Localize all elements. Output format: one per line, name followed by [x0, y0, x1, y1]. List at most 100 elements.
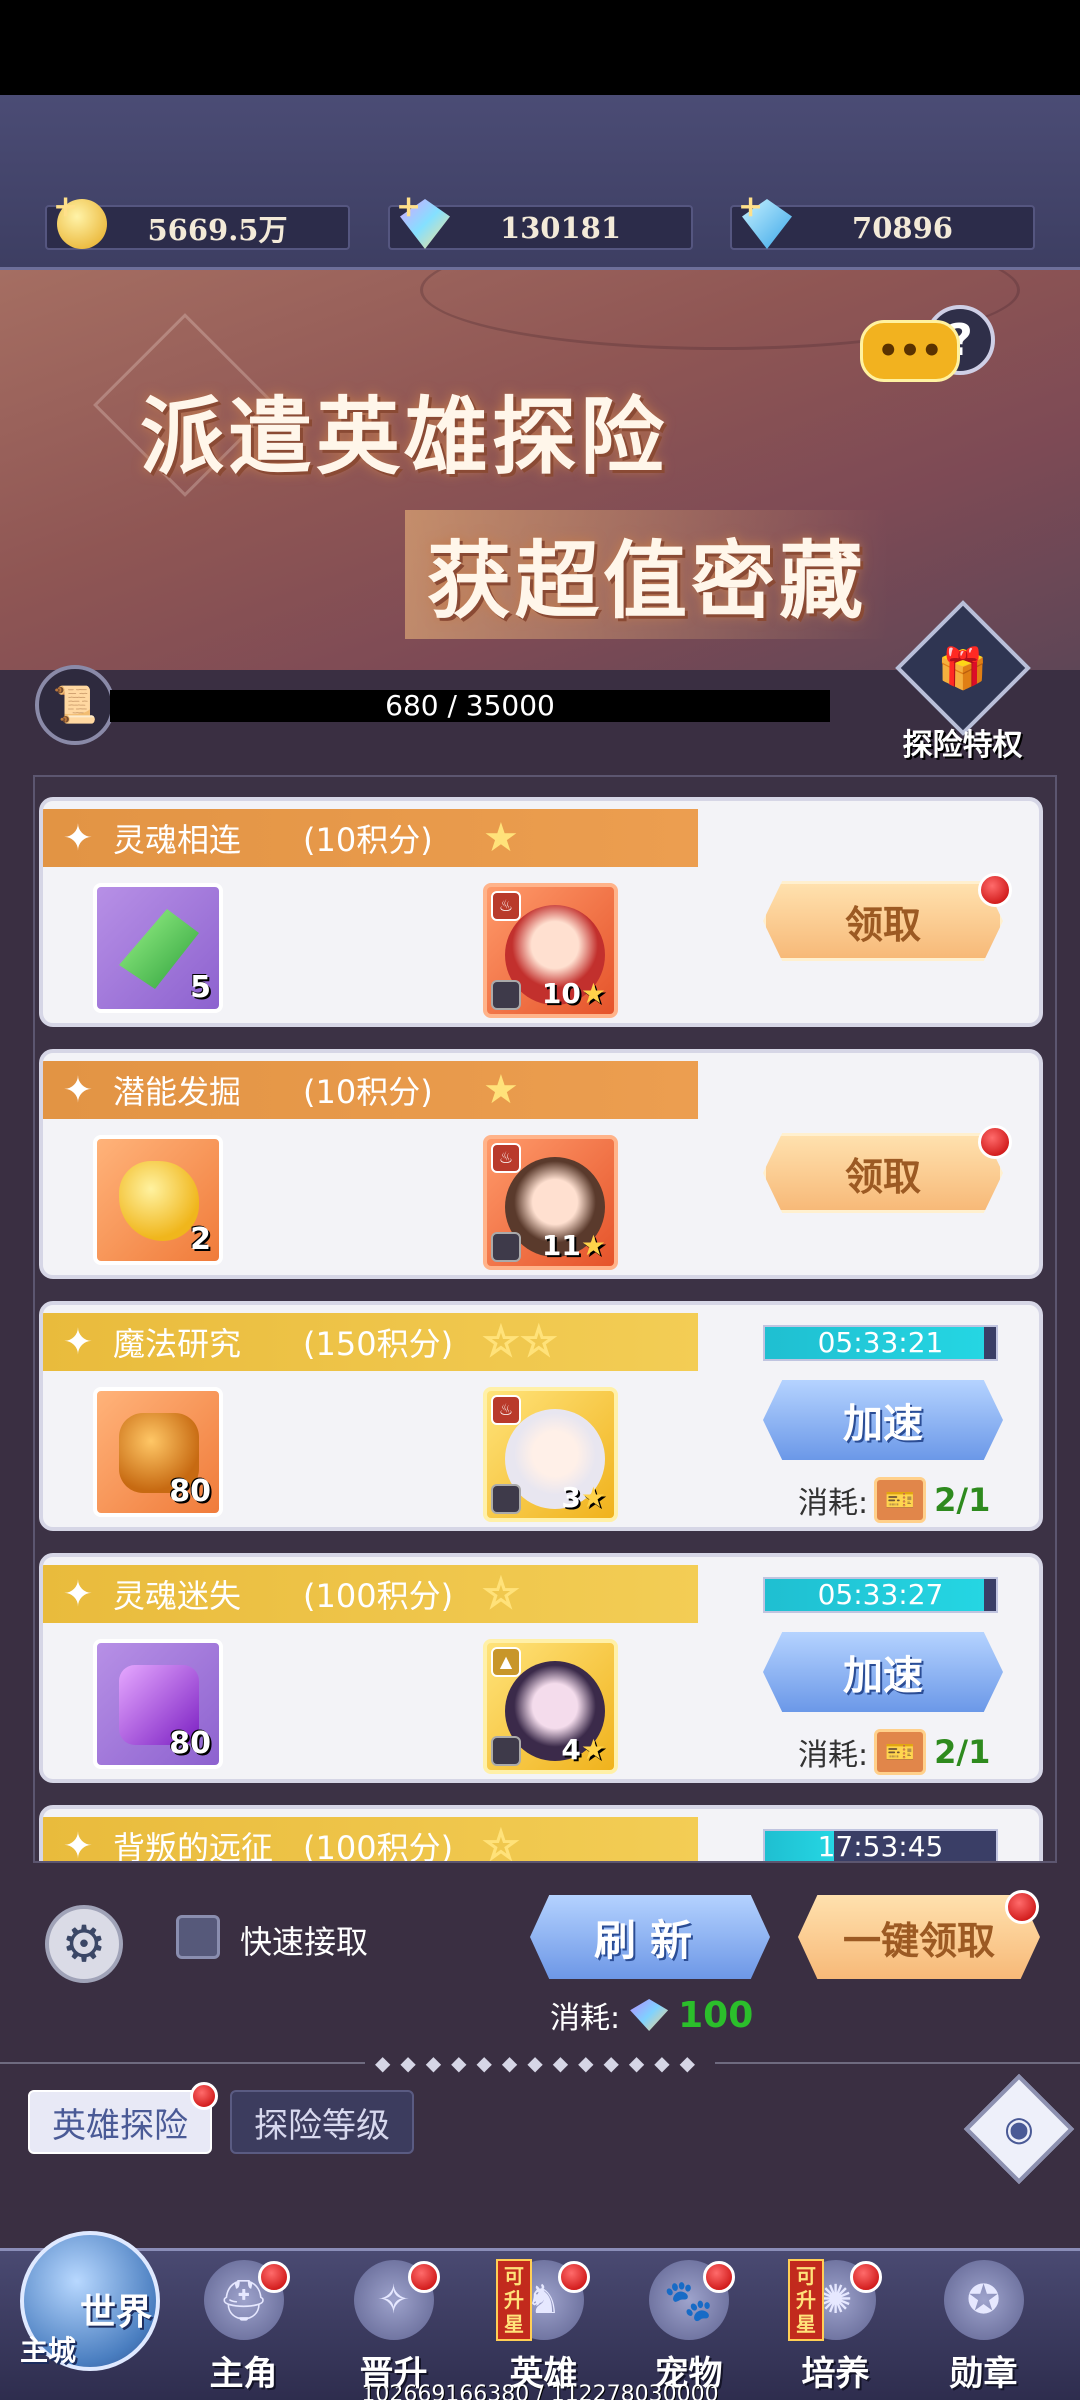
ticket-icon: 🎫 [874, 1477, 927, 1523]
green-shard-icon [119, 909, 199, 989]
class-icon [491, 1484, 521, 1514]
reward-item[interactable]: 80 [93, 1639, 223, 1769]
quest-points: (10积分) [303, 821, 433, 859]
quest-name: 背叛的远征 [113, 1829, 274, 1863]
quest-card: ✦ 魔法研究 (150积分) ☆☆ 05:33:21 80 ♨ 3 ★ 加速 消耗… [39, 1301, 1043, 1531]
nav-item-cultivate[interactable]: ✺ 培养 可升星 [762, 2251, 909, 2400]
reward-item[interactable]: 2 [93, 1135, 223, 1265]
divider: ◆◆◆◆◆◆◆◆◆◆◆◆◆ [0, 2048, 1080, 2078]
gold-counter[interactable]: + 5669.5万 [45, 189, 350, 250]
scroll-icon[interactable]: 📜 [35, 665, 115, 745]
hero-avatar[interactable]: ♨ 11 ★ [483, 1135, 618, 1270]
cost-amount: 2/1 [934, 1733, 991, 1771]
cost-amount: 100 [678, 1994, 754, 2036]
privilege-button[interactable]: 🎁 探险特权 [895, 600, 1031, 763]
sparkle-icon: ✦ [62, 1321, 94, 1363]
privilege-label: 探险特权 [902, 728, 1023, 763]
speed-up-button[interactable]: 加速 [763, 1380, 1003, 1460]
rainbow-counter[interactable]: + 130181 [388, 189, 693, 250]
notification-dot [978, 873, 1012, 907]
quest-timer: 17:53:45 [763, 1829, 998, 1861]
refresh-cost: 消耗: 100 [550, 1993, 753, 2037]
hero-avatar[interactable]: ♨ 10 ★ [483, 883, 618, 1018]
quest-name: 魔法研究 [113, 1325, 242, 1363]
quest-points: (100积分) [303, 1829, 454, 1863]
medal-icon: ✪ [943, 2260, 1024, 2340]
exploration-progress-bar: 680 / 35000 [110, 690, 830, 722]
diamond-value: 70896 [852, 210, 953, 245]
class-icon [491, 1736, 521, 1766]
hero-level: 10 [541, 977, 581, 1010]
gold-value: 5669.5万 [147, 212, 288, 247]
upgrade-badge: 可升星 [788, 2259, 824, 2341]
gold-crystal-icon [119, 1161, 199, 1241]
refresh-button[interactable]: 刷新 [530, 1895, 770, 1979]
star-icon: ★ [483, 815, 521, 861]
reward-item[interactable]: 80 [93, 1387, 223, 1517]
quest-card: ✦ 潜能发掘 (10积分) ★ 2 ♨ 11 ★ 领取 [39, 1049, 1043, 1279]
speed-up-button[interactable]: 加速 [763, 1632, 1003, 1712]
tab-expedition-level[interactable]: 探险等级 [230, 2090, 414, 2154]
claim-button[interactable]: 领取 [763, 881, 1003, 961]
class-icon [491, 980, 521, 1010]
quest-points: (150积分) [303, 1325, 454, 1363]
claim-button[interactable]: 领取 [763, 1133, 1003, 1213]
city-label: 主城 [20, 2334, 77, 2367]
hero-level: 3 [561, 1481, 581, 1514]
plus-icon[interactable]: + [53, 189, 78, 224]
fire-element-icon: ♨ [491, 1395, 521, 1425]
tab-hero-expedition[interactable]: 英雄探险 [28, 2090, 212, 2154]
cost-amount: 2/1 [934, 1481, 991, 1519]
world-button[interactable]: 世界 主城 [0, 2211, 175, 2400]
quest-header: ✦ 灵魂相连 (10积分) ★ [43, 809, 698, 867]
quest-card: ✦ 灵魂迷失 (100积分) ☆ 05:33:27 80 ▲ 4 ★ 加速 消耗:… [39, 1553, 1043, 1783]
speed-cost: 消耗: 🎫 2/1 [798, 1477, 990, 1523]
star-icon: ☆ [482, 1570, 521, 1618]
reward-item[interactable]: 5 [93, 883, 223, 1013]
quest-list[interactable]: ✦ 灵魂相连 (10积分) ★ 5 ♨ 10 ★ 领取 ✦ 潜能发掘 (10积分)… [33, 775, 1057, 1863]
quest-points: (10积分) [303, 1073, 433, 1111]
quick-claim-checkbox[interactable] [176, 1915, 220, 1959]
quest-card: ✦ 灵魂相连 (10积分) ★ 5 ♨ 10 ★ 领取 [39, 797, 1043, 1027]
one-key-claim-button[interactable]: 一键领取 [798, 1895, 1040, 1979]
quick-claim-label: 快速接取 [240, 1923, 369, 1961]
nav-item-medal[interactable]: ✪ 勋章 [910, 2251, 1057, 2400]
sparkle-icon: ✦ [62, 1825, 94, 1863]
hero-level: 11 [541, 1229, 581, 1262]
status-bar [0, 0, 1080, 95]
earth-element-icon: ▲ [491, 1647, 521, 1677]
nav-item-hero[interactable]: ⛑ 主角 [170, 2251, 317, 2400]
rainbow-value: 130181 [499, 210, 622, 245]
plus-icon[interactable]: + [396, 189, 421, 224]
item-count: 5 [190, 970, 211, 1005]
exp-counter: 102669166380 / 112278030000 [361, 2382, 719, 2400]
cost-label: 消耗: [798, 1486, 869, 1521]
upgrade-badge: 可升星 [496, 2259, 532, 2341]
plus-icon[interactable]: + [738, 189, 763, 224]
item-count: 2 [190, 1222, 211, 1257]
quest-header: ✦ 潜能发掘 (10积分) ★ [43, 1061, 698, 1119]
sparkle-icon: ✦ [62, 1069, 94, 1111]
nav-item-promote[interactable]: ✧ 晋升 [320, 2251, 467, 2400]
quest-name: 潜能发掘 [113, 1073, 242, 1111]
notification-dot [408, 2261, 440, 2293]
star-icon: ☆☆ [482, 1318, 559, 1366]
diamond-counter[interactable]: + 70896 [730, 189, 1035, 250]
chat-bubble-icon[interactable]: ••• [860, 320, 960, 382]
nav-item-heroes[interactable]: ♞ 英雄 可升星 [470, 2251, 617, 2400]
quest-name: 灵魂相连 [113, 821, 242, 859]
quest-card: ✦ 背叛的远征 (100积分) ☆ 17:53:45 [39, 1805, 1043, 1863]
sparkle-icon: ✦ [62, 817, 94, 859]
banner-title-line1: 派遣英雄探险 [140, 387, 669, 486]
quest-header: ✦ 魔法研究 (150积分) ☆☆ [43, 1313, 698, 1371]
map-button[interactable]: ◉ [963, 2073, 1075, 2185]
gear-icon[interactable]: ⚙ [45, 1905, 123, 1983]
class-icon [491, 1232, 521, 1262]
nav-item-pet[interactable]: 🐾 宠物 [615, 2251, 762, 2400]
hero-level: 4 [561, 1733, 581, 1766]
hero-avatar[interactable]: ▲ 4 ★ [483, 1639, 618, 1774]
hero-avatar[interactable]: ♨ 3 ★ [483, 1387, 618, 1522]
quest-points: (100积分) [303, 1577, 454, 1615]
quest-header: ✦ 背叛的远征 (100积分) ☆ [43, 1817, 698, 1863]
quest-timer: 05:33:21 [763, 1325, 998, 1361]
